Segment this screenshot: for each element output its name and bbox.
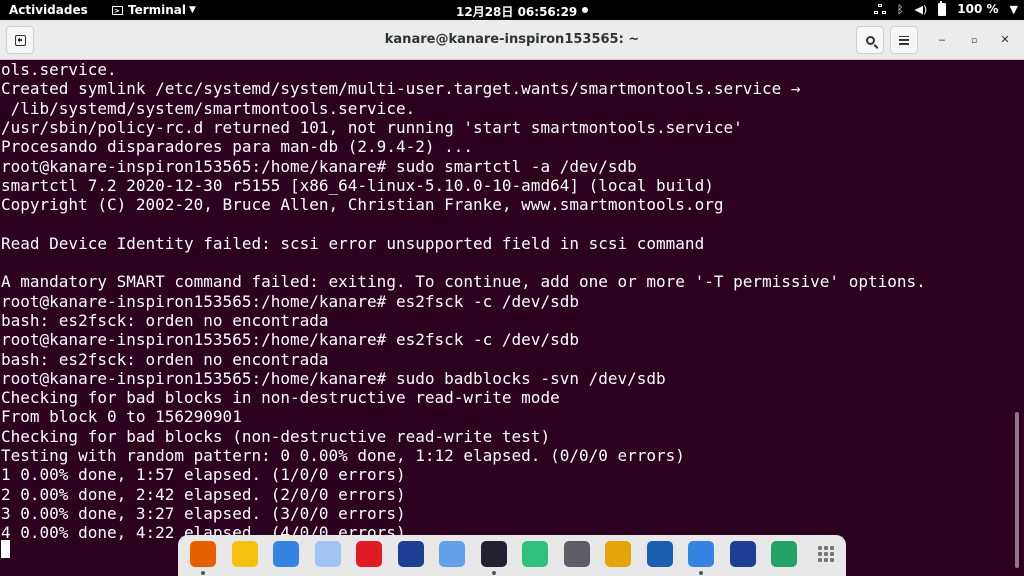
trash-icon[interactable] [771,541,797,567]
terminal-line: Read Device Identity failed: scsi error … [1,233,705,253]
battery-percent: 100 % [957,2,999,16]
app-store-icon[interactable] [439,541,465,567]
terminal-headerbar: kanare@kanare-inspiron153565: ~ ‒ ▫ ✕ [0,20,1024,60]
chevron-down-icon: ▼ [1009,2,1018,16]
terminal-line: Checking for bad blocks (non-destructive… [1,426,551,446]
activities-button[interactable]: Actividades [9,3,88,17]
show-apps-icon[interactable] [817,546,834,562]
arch-app-icon[interactable] [688,541,714,567]
search-icon [865,35,875,45]
hamburger-icon [899,35,909,45]
help-icon[interactable] [356,541,382,567]
terminal-line: From block 0 to 156290901 [1,407,242,427]
terminal-line: Procesando disparadores para man-db (2.9… [1,137,474,157]
terminal-line: root@kanare-inspiron153565:/home/kanare#… [1,330,579,350]
volume-icon: ◀) [914,2,928,16]
terminal-line: Checking for bad blocks in non-destructi… [1,388,560,408]
terminal-line: smartctl 7.2 2020-12-30 r5155 [x86_64-li… [1,175,714,195]
terminal-icon[interactable] [480,541,507,567]
thunderbird-icon[interactable] [646,541,673,567]
terminal-line: 1 0.00% done, 1:57 elapsed. (1/0/0 error… [1,465,406,485]
close-icon: ✕ [1000,33,1010,46]
top-bar: Actividades >_ Terminal ▼ 12月28日 06:56:2… [0,0,1024,20]
maximize-button[interactable]: ▫ [966,32,982,48]
terminal-line: A mandatory SMART command failed: exitin… [1,272,926,292]
vpn-shield-icon[interactable] [397,541,424,567]
clock[interactable]: 12月28日 06:56:29 [456,3,577,20]
terminal-line: 2 0.00% done, 2:42 elapsed. (2/0/0 error… [1,484,406,504]
terminal-output[interactable]: ols.service. Created symlink /etc/systemd… [0,60,1012,576]
maximize-icon: ▫ [970,36,978,46]
terminal-line: bash: es2fsck: orden no encontrada [1,349,329,369]
network-icon [873,3,886,15]
minimize-icon: ‒ [938,33,946,46]
terminal-line: Copyright (C) 2002-20, Bruce Allen, Chri… [1,195,724,215]
terminal-line: root@kanare-inspiron153565:/home/kanare#… [1,368,666,388]
app-menu[interactable]: >_ Terminal ▼ [112,3,196,17]
terminal-line: 3 0.00% done, 3:27 elapsed. (3/0/0 error… [1,503,406,523]
scrollbar[interactable] [1015,412,1019,568]
terminal-line: root@kanare-inspiron153565:/home/kanare#… [1,156,637,176]
text-cursor [1,540,10,558]
software-icon[interactable] [314,541,341,567]
menu-button[interactable] [890,26,918,54]
rhythmbox-icon[interactable] [231,541,258,567]
close-button[interactable]: ✕ [997,32,1013,48]
search-tool-icon[interactable] [563,541,590,567]
running-indicator [201,571,205,575]
firefox-icon[interactable] [190,541,216,567]
chevron-down-icon: ▼ [189,5,196,15]
bluetooth-icon: ᛒ [896,2,904,16]
terminal-line: root@kanare-inspiron153565:/home/kanare#… [1,291,579,311]
disk-cleaner-icon[interactable] [605,541,631,567]
libreoffice-writer-icon[interactable] [273,541,299,567]
terminal-line: ols.service. [1,60,117,79]
running-indicator [699,571,703,575]
dock [178,535,846,576]
app-menu-label: Terminal [128,3,187,17]
minimize-button[interactable]: ‒ [934,32,950,48]
terminal-line: /usr/sbin/policy-rc.d returned 101, not … [1,117,743,137]
terminal-line: /lib/systemd/system/smartmontools.servic… [1,98,416,118]
screenshot-icon[interactable] [522,541,548,567]
terminal-line: Testing with random pattern: 0 0.00% don… [1,446,685,465]
search-button[interactable] [856,26,884,54]
system-tray[interactable]: ᛒ ◀) 100 % ▼ [873,0,1018,16]
terminal-line: Created symlink /etc/systemd/system/mult… [1,79,801,99]
shield-app-icon[interactable] [729,541,756,567]
terminal-line: bash: es2fsck: orden no encontrada [1,310,329,330]
running-indicator [491,571,496,575]
terminal-small-icon: >_ [112,5,124,15]
battery-icon [938,0,947,16]
notification-dot-icon [582,7,588,13]
